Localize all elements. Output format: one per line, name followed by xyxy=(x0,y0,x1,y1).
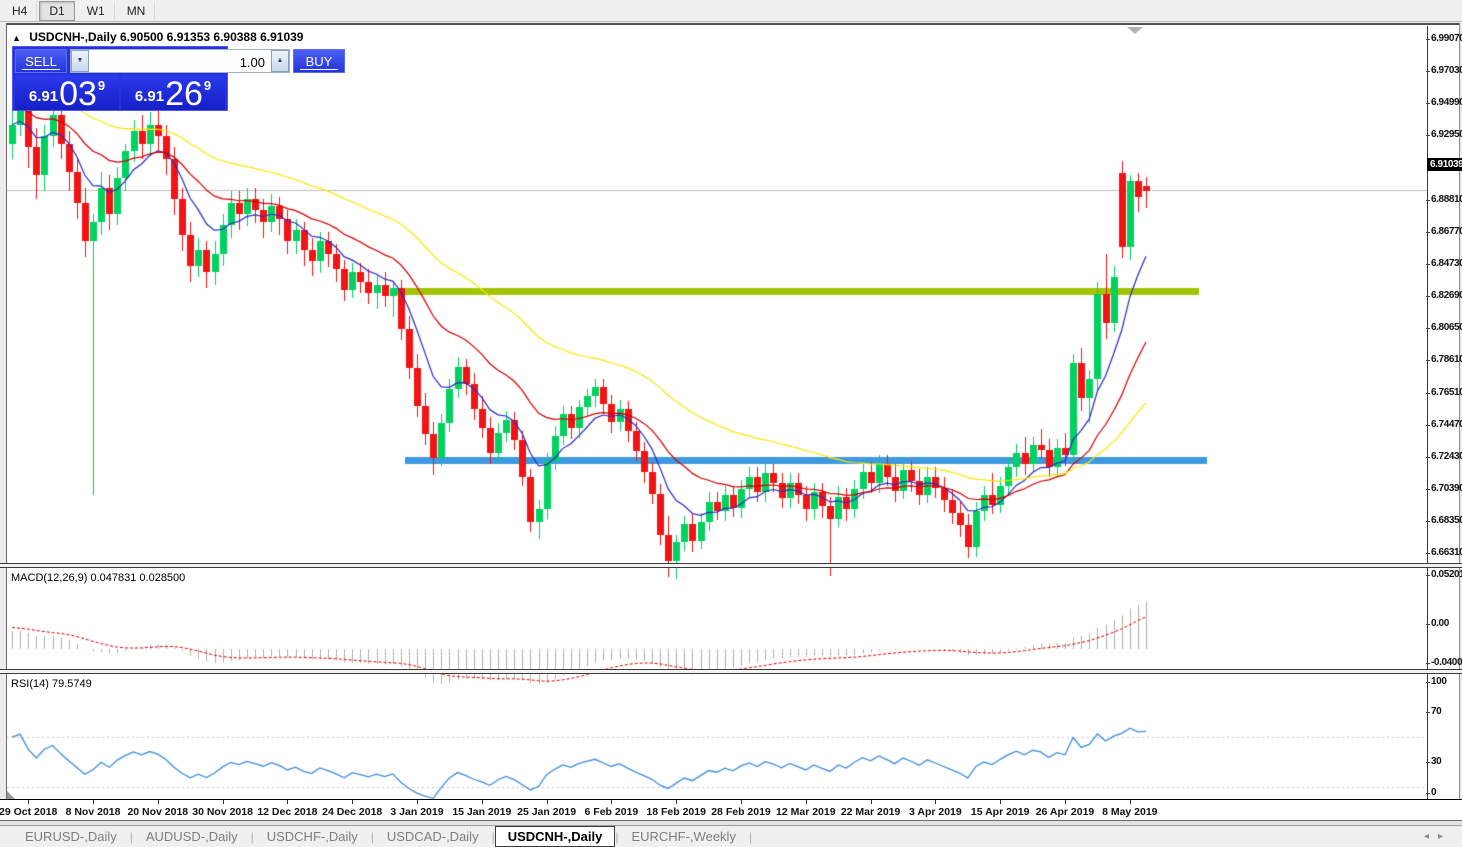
price-chart-canvas[interactable] xyxy=(7,51,1427,588)
price-axis-label: 6.68350 xyxy=(1425,515,1462,526)
price-axis-label: 6.78610 xyxy=(1425,354,1462,365)
price-axis-label: 6.70390 xyxy=(1425,483,1462,494)
date-tick xyxy=(1065,800,1066,804)
ohlc-values: 6.90500 6.91353 6.90388 6.91039 xyxy=(119,30,304,44)
buy-price-display[interactable]: 6.91 26 9 xyxy=(121,75,225,113)
price-axis-label: 6.84730 xyxy=(1425,258,1462,269)
date-tick xyxy=(611,800,613,804)
chart-tab-usdcnh[interactable]: USDCNH-,Daily xyxy=(494,825,616,847)
price-axis-label: 6.80650 xyxy=(1425,322,1462,333)
volume-decrease-icon[interactable]: ▼ xyxy=(71,50,89,72)
rsi-panel-divider[interactable] xyxy=(0,669,1462,674)
macd-axis-label: -0.040019 xyxy=(1425,657,1462,668)
one-click-collapse-icon[interactable]: ▲ xyxy=(12,33,21,43)
chart-tab-usdchf[interactable]: USDCHF-,Daily xyxy=(254,826,371,847)
timeframe-button-w1[interactable]: W1 xyxy=(77,0,115,21)
buy-price-prefix: 6.91 xyxy=(134,88,165,105)
macd-axis-label: 0.00 xyxy=(1426,618,1449,630)
sell-price-big: 03 xyxy=(59,75,97,113)
price-axis-label: 6.99070 xyxy=(1425,33,1462,44)
buy-price-pipette: 9 xyxy=(203,78,212,93)
timeframe-button-d1[interactable]: D1 xyxy=(39,0,75,21)
rsi-axis-label: 30 xyxy=(1425,755,1442,767)
rsi-axis-label: 100 xyxy=(1426,676,1447,687)
date-tick xyxy=(222,800,224,804)
buy-price-big: 26 xyxy=(165,75,203,113)
timeframe-toolbar: H4 D1 W1 MN xyxy=(0,0,1462,22)
price-axis-label: 6.76510 xyxy=(1425,387,1462,398)
date-tick xyxy=(870,800,872,804)
chart-shift-marker-icon[interactable] xyxy=(1127,27,1143,34)
price-axis-label: 6.88810 xyxy=(1425,194,1462,205)
window-frame-left xyxy=(0,23,7,820)
timeframe-button-h4[interactable]: H4 xyxy=(2,0,38,21)
chart-window xyxy=(0,23,1462,825)
macd-indicator-canvas[interactable] xyxy=(7,594,1427,694)
date-tick xyxy=(676,800,678,804)
rsi-axis-label: 0 xyxy=(1425,787,1437,798)
price-axis-label: 6.92950 xyxy=(1425,129,1462,140)
current-price-tag: 6.91039 xyxy=(1427,158,1462,172)
tab-divider: | xyxy=(748,829,753,844)
date-tick xyxy=(157,800,159,804)
macd-panel-divider[interactable] xyxy=(0,563,1462,568)
price-axis-label: 6.86770 xyxy=(1425,226,1462,237)
date-tick xyxy=(352,800,354,804)
macd-label: MACD(12,26,9) 0.047831 0.028500 xyxy=(11,572,186,584)
sell-button[interactable]: SELL xyxy=(15,49,67,73)
sell-price-pipette: 9 xyxy=(97,78,106,93)
date-tick xyxy=(1129,800,1131,804)
chart-title: ▲ USDCNH-,Daily 6.90500 6.91353 6.90388 … xyxy=(12,30,303,44)
price-axis-label: 6.97030 xyxy=(1425,65,1462,76)
volume-spinner: ▼ ▲ xyxy=(70,49,290,73)
volume-increase-icon[interactable]: ▲ xyxy=(271,50,289,72)
date-tick xyxy=(287,800,289,804)
price-axis-label: 6.82690 xyxy=(1425,290,1462,301)
price-axis-border xyxy=(1427,26,1428,799)
chart-tab-eurusd[interactable]: EURUSD-,Daily xyxy=(12,826,130,847)
macd-axis-label: 0.052015 xyxy=(1426,569,1462,580)
tab-scroll-left-icon[interactable]: ◂ xyxy=(1424,831,1438,842)
chart-tab-usdcad[interactable]: USDCAD-,Daily xyxy=(374,826,492,847)
date-label: 8 May 2019 xyxy=(1102,806,1158,818)
date-tick xyxy=(1000,800,1002,804)
subwindow-grip-icon[interactable] xyxy=(7,791,15,799)
chart-tab-audusd[interactable]: AUDUSD-,Daily xyxy=(133,826,251,847)
date-tick xyxy=(805,800,807,804)
date-axis[interactable]: 29 Oct 2018 8 Nov 2018 20 Nov 2018 30 Nov 2… xyxy=(0,799,1462,820)
date-tick xyxy=(417,800,418,804)
date-tick xyxy=(546,800,548,804)
date-tick xyxy=(28,800,30,804)
date-tick xyxy=(93,800,94,804)
timeframe-button-mn[interactable]: MN xyxy=(117,0,156,21)
price-axis-label: 6.72430 xyxy=(1425,451,1462,462)
chart-tab-eurchf[interactable]: EURCHF-,Weekly xyxy=(618,826,749,847)
price-axis-label: 6.74470 xyxy=(1425,419,1462,430)
buy-button[interactable]: BUY xyxy=(293,49,345,73)
one-click-trade-panel: SELL ▼ ▲ BUY 6.91 03 9 6.91 26 9 xyxy=(12,46,345,113)
price-axis-label: 6.94990 xyxy=(1425,97,1462,108)
sell-price-display[interactable]: 6.91 03 9 xyxy=(15,75,119,113)
chart-tab-bar: EURUSD-,Daily | AUDUSD-,Daily | USDCHF-,Dail… xyxy=(0,825,1462,847)
date-tick xyxy=(481,800,483,804)
sell-price-prefix: 6.91 xyxy=(28,88,59,105)
date-tick xyxy=(935,800,937,804)
symbol-period-label: USDCNH-,Daily xyxy=(29,30,117,44)
volume-input[interactable] xyxy=(89,50,271,72)
tab-scroll-right-icon[interactable]: ▸ xyxy=(1438,831,1452,842)
date-tick xyxy=(741,800,742,804)
rsi-axis-label: 70 xyxy=(1425,706,1442,718)
rsi-label: RSI(14) 79.5749 xyxy=(11,678,92,690)
price-axis-label: 6.66310 xyxy=(1425,547,1462,558)
